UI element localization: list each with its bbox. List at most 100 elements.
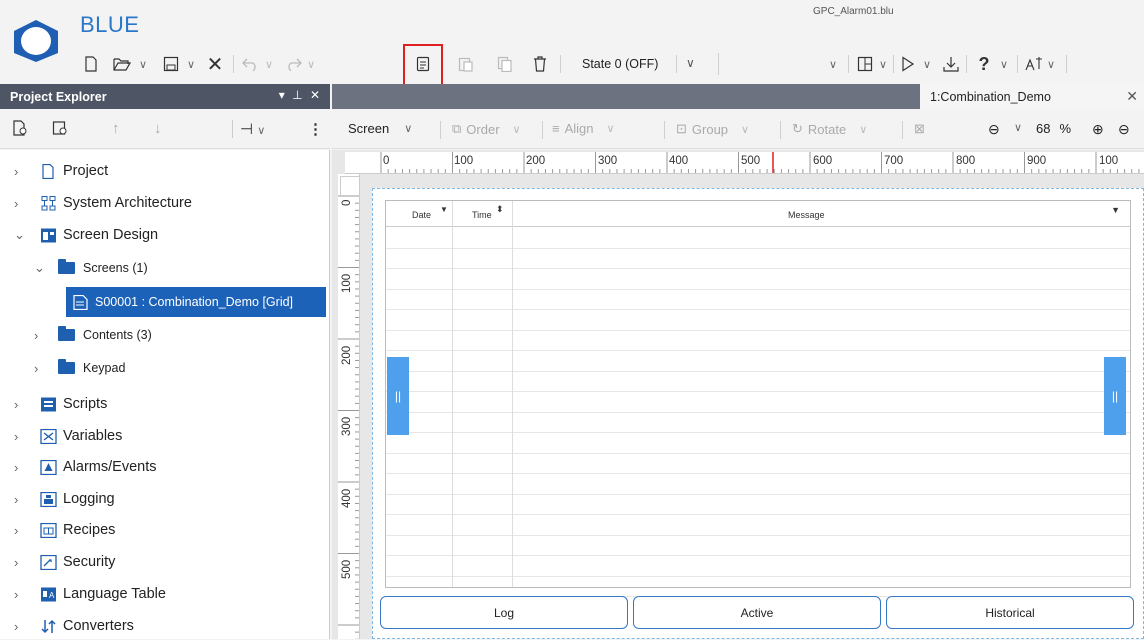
left-resize-grip-icon[interactable]: || <box>387 357 409 435</box>
move-up-icon[interactable]: ↑ <box>112 120 120 137</box>
align-dropdown[interactable]: ≡ Align ∨ <box>552 121 615 136</box>
help-dropdown-chevron-icon[interactable]: ∨ <box>997 50 1011 78</box>
expand-chevron-icon[interactable]: › <box>14 460 28 475</box>
run-icon[interactable] <box>898 50 918 78</box>
project-explorer-toolbar: ↑ ↓ ⊣ ∨ ⋮ <box>0 109 330 149</box>
duplicate-icon[interactable] <box>494 50 514 78</box>
right-resize-grip-icon[interactable]: || <box>1104 357 1126 435</box>
tree-item-logging[interactable]: › Logging <box>0 485 330 513</box>
column-header-time[interactable]: Time <box>472 210 492 220</box>
panel-controls[interactable]: ▾ ⊥ ✕ <box>279 88 322 102</box>
sort-icon[interactable]: ⬍ <box>496 204 504 215</box>
expand-chevron-icon[interactable]: › <box>34 328 48 343</box>
pin-option-icon[interactable]: ⊣ ∨ <box>240 120 265 138</box>
tree-item-screens[interactable]: ⌄ Screens (1) <box>0 254 330 282</box>
column-menu-chevron-icon[interactable]: ▼ <box>1111 205 1120 215</box>
active-button[interactable]: Active <box>633 596 881 629</box>
expand-chevron-icon[interactable]: › <box>14 523 28 538</box>
fit-view-icon[interactable]: ⊠ <box>914 121 925 137</box>
expand-chevron-icon[interactable]: › <box>14 429 28 444</box>
layout-icon[interactable] <box>854 50 876 78</box>
tree-item-screen-s00001[interactable]: S00001 : Combination_Demo [Grid] <box>66 287 326 317</box>
expand-chevron-icon[interactable]: › <box>14 397 28 412</box>
toolbar-separator <box>440 121 441 139</box>
rotate-dropdown[interactable]: ↻ Rotate ∨ <box>792 121 867 137</box>
chevron-down-icon: ∨ <box>404 123 413 135</box>
tree-item-recipes[interactable]: › Recipes <box>0 516 330 544</box>
tree-item-language-table[interactable]: › A Language Table <box>0 580 330 608</box>
zoom-dropdown-chevron-icon[interactable]: ∨ <box>1014 121 1022 134</box>
log-button[interactable]: Log <box>380 596 628 629</box>
ruler-label: 0 <box>341 199 353 206</box>
group-dropdown[interactable]: ⊡ Group ∨ <box>676 121 749 137</box>
zoom-out-icon[interactable]: ⊖ <box>988 121 1000 138</box>
new-file-icon[interactable] <box>80 50 102 78</box>
tree-item-keypad[interactable]: › Keypad <box>0 354 330 382</box>
order-dropdown[interactable]: ⧉ Order ∨ <box>452 121 521 137</box>
undo-dropdown-chevron-icon[interactable]: ∨ <box>262 50 276 78</box>
save-dropdown-chevron-icon[interactable]: ∨ <box>184 50 198 78</box>
expand-chevron-icon[interactable]: › <box>14 555 28 570</box>
download-icon[interactable] <box>940 50 962 78</box>
collapse-chevron-icon[interactable]: ⌄ <box>34 260 48 276</box>
tree-item-project[interactable]: › Project <box>0 157 330 185</box>
move-down-icon[interactable]: ↓ <box>154 120 162 137</box>
zoom-value[interactable]: 68 % <box>1036 121 1071 136</box>
add-item-icon[interactable] <box>12 120 28 140</box>
column-header-date[interactable]: Date <box>412 210 431 220</box>
help-icon[interactable]: ? <box>974 50 994 78</box>
text-style-dropdown-chevron-icon[interactable]: ∨ <box>1044 50 1058 78</box>
collapse-chevron-icon[interactable]: ⌄ <box>14 227 28 243</box>
redo-dropdown-chevron-icon[interactable]: ∨ <box>304 50 318 78</box>
tree-item-security[interactable]: › Security <box>0 548 330 576</box>
expand-chevron-icon[interactable]: › <box>14 196 28 211</box>
tree-item-variables[interactable]: › Variables <box>0 422 330 450</box>
state-dropdown-chevron-icon[interactable]: ∨ <box>686 56 695 70</box>
expand-chevron-icon[interactable]: › <box>34 361 48 376</box>
tree-item-alarms-events[interactable]: › Alarms/Events <box>0 453 330 481</box>
document-icon <box>42 163 54 179</box>
tree-item-contents[interactable]: › Contents (3) <box>0 321 330 349</box>
alarm-table[interactable]: Date ▼ Time ⬍ Message ▼ <box>385 200 1131 597</box>
close-tab-icon[interactable]: ✕ <box>1126 88 1138 105</box>
redo-icon[interactable] <box>282 50 304 78</box>
text-style-icon[interactable] <box>1022 50 1046 78</box>
expand-chevron-icon[interactable]: › <box>14 619 28 634</box>
more-options-icon[interactable]: ⋮ <box>308 120 323 138</box>
zoom-fit-icon[interactable]: ⊖ <box>1118 121 1130 138</box>
expand-chevron-icon[interactable]: › <box>14 587 28 602</box>
paste-icon[interactable] <box>455 50 475 78</box>
expand-chevron-icon[interactable]: › <box>14 492 28 507</box>
tree-item-screen-design[interactable]: ⌄ Screen Design <box>0 221 330 249</box>
zoom-in-icon[interactable]: ⊕ <box>1092 121 1104 138</box>
secondary-combo-chevron-icon[interactable]: ∨ <box>826 50 840 78</box>
expand-chevron-icon[interactable]: › <box>14 164 28 179</box>
historical-button[interactable]: Historical <box>886 596 1134 629</box>
save-icon[interactable] <box>160 50 182 78</box>
zoom-unit: % <box>1059 121 1072 136</box>
screen-dropdown[interactable]: Screen ∨ <box>348 121 412 136</box>
tree-item-converters[interactable]: › Converters <box>0 612 330 640</box>
state-select[interactable]: State 0 (OFF) <box>572 53 680 75</box>
close-icon[interactable]: ✕ <box>204 50 226 78</box>
tree-item-system-architecture[interactable]: › System Architecture <box>0 189 330 217</box>
document-tab[interactable]: 1:Combination_Demo ✕ <box>920 84 1144 109</box>
table-row-divider <box>386 575 1130 577</box>
delete-icon[interactable] <box>530 50 550 78</box>
tree-item-scripts[interactable]: › Scripts <box>0 390 330 418</box>
sort-down-icon[interactable]: ▼ <box>440 205 448 214</box>
open-dropdown-chevron-icon[interactable]: ∨ <box>136 50 150 78</box>
ruler-label: 100 <box>1099 155 1119 167</box>
run-dropdown-chevron-icon[interactable]: ∨ <box>920 50 934 78</box>
tree-item-label: Alarms/Events <box>63 459 157 475</box>
column-header-message[interactable]: Message <box>788 210 825 220</box>
undo-icon[interactable] <box>240 50 262 78</box>
add-folder-icon[interactable] <box>52 120 68 140</box>
title-bar: BLUE GPC_Alarm01.blu ∨ ∨ ✕ ∨ ∨ State 0 (… <box>0 0 1144 91</box>
table-row-divider <box>386 473 1130 474</box>
layout-dropdown-chevron-icon[interactable]: ∨ <box>876 50 890 78</box>
ruler-label: 0 <box>383 155 390 167</box>
tree-item-label: S00001 : Combination_Demo [Grid] <box>95 295 294 309</box>
open-icon[interactable] <box>110 50 134 78</box>
ruler-label: 300 <box>598 155 618 167</box>
